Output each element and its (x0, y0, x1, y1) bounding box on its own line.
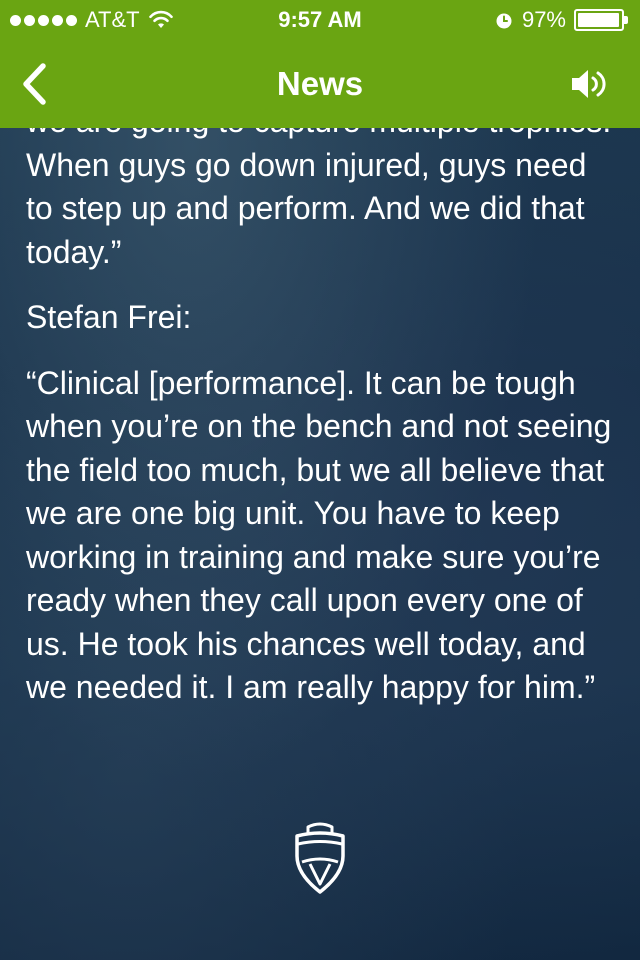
status-right: 97% (494, 7, 630, 33)
article-paragraph: “Clinical [performance]. It can be tough… (26, 364, 612, 706)
article-body: we are going to capture multiple trophie… (26, 100, 618, 732)
carrier-label: AT&T (85, 7, 140, 32)
article-paragraph: Stefan Frei: (26, 299, 192, 335)
chevron-left-icon (23, 63, 46, 105)
alarm-icon (496, 13, 512, 29)
wifi-icon (148, 10, 173, 28)
speaker-icon (572, 70, 606, 98)
battery-icon (574, 9, 628, 31)
signal-strength-icon (10, 14, 77, 26)
navigation-bar: News (0, 40, 640, 128)
club-crest-icon (295, 822, 345, 894)
sound-button[interactable] (568, 64, 612, 104)
battery-fill (578, 13, 619, 27)
page-title: News (276, 65, 364, 102)
status-bar: AT&T 9:57 AM 97% (0, 0, 640, 40)
back-button[interactable] (14, 62, 54, 106)
battery-percent: 97% (521, 7, 566, 32)
status-left: AT&T (10, 7, 174, 33)
